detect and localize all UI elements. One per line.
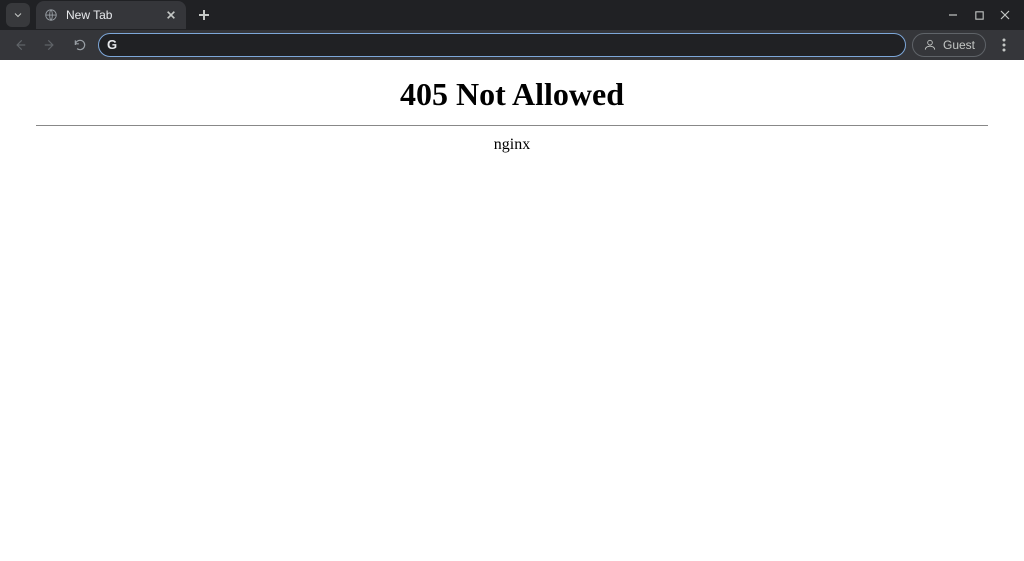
forward-button[interactable] (38, 33, 62, 57)
arrow-left-icon (13, 38, 27, 52)
reload-button[interactable] (68, 33, 92, 57)
back-button[interactable] (8, 33, 32, 57)
close-icon (999, 9, 1011, 21)
address-bar[interactable]: G (98, 33, 906, 57)
tab-title: New Tab (66, 8, 164, 22)
tab-close-button[interactable] (164, 8, 178, 22)
close-icon (166, 10, 176, 20)
error-heading: 405 Not Allowed (0, 76, 1024, 113)
window-maximize-button[interactable] (966, 2, 992, 28)
address-input[interactable] (129, 38, 897, 53)
tab-search-button[interactable] (6, 3, 30, 27)
page-content: 405 Not Allowed nginx (0, 60, 1024, 561)
browser-toolbar: G Guest (0, 30, 1024, 60)
server-name: nginx (0, 136, 1024, 154)
new-tab-button[interactable] (192, 3, 216, 27)
divider (36, 125, 988, 126)
profile-button[interactable]: Guest (912, 33, 986, 57)
window-titlebar: New Tab (0, 0, 1024, 30)
browser-tab[interactable]: New Tab (36, 1, 186, 29)
minimize-icon (947, 9, 959, 21)
menu-button[interactable] (992, 33, 1016, 57)
arrow-right-icon (43, 38, 57, 52)
maximize-icon (974, 10, 985, 21)
window-minimize-button[interactable] (940, 2, 966, 28)
google-icon: G (107, 38, 121, 52)
profile-label: Guest (943, 38, 975, 52)
person-icon (923, 38, 937, 52)
reload-icon (73, 38, 87, 52)
plus-icon (198, 9, 210, 21)
window-close-button[interactable] (992, 2, 1018, 28)
chevron-down-icon (12, 9, 24, 21)
kebab-icon (1002, 38, 1006, 52)
globe-icon (44, 8, 58, 22)
